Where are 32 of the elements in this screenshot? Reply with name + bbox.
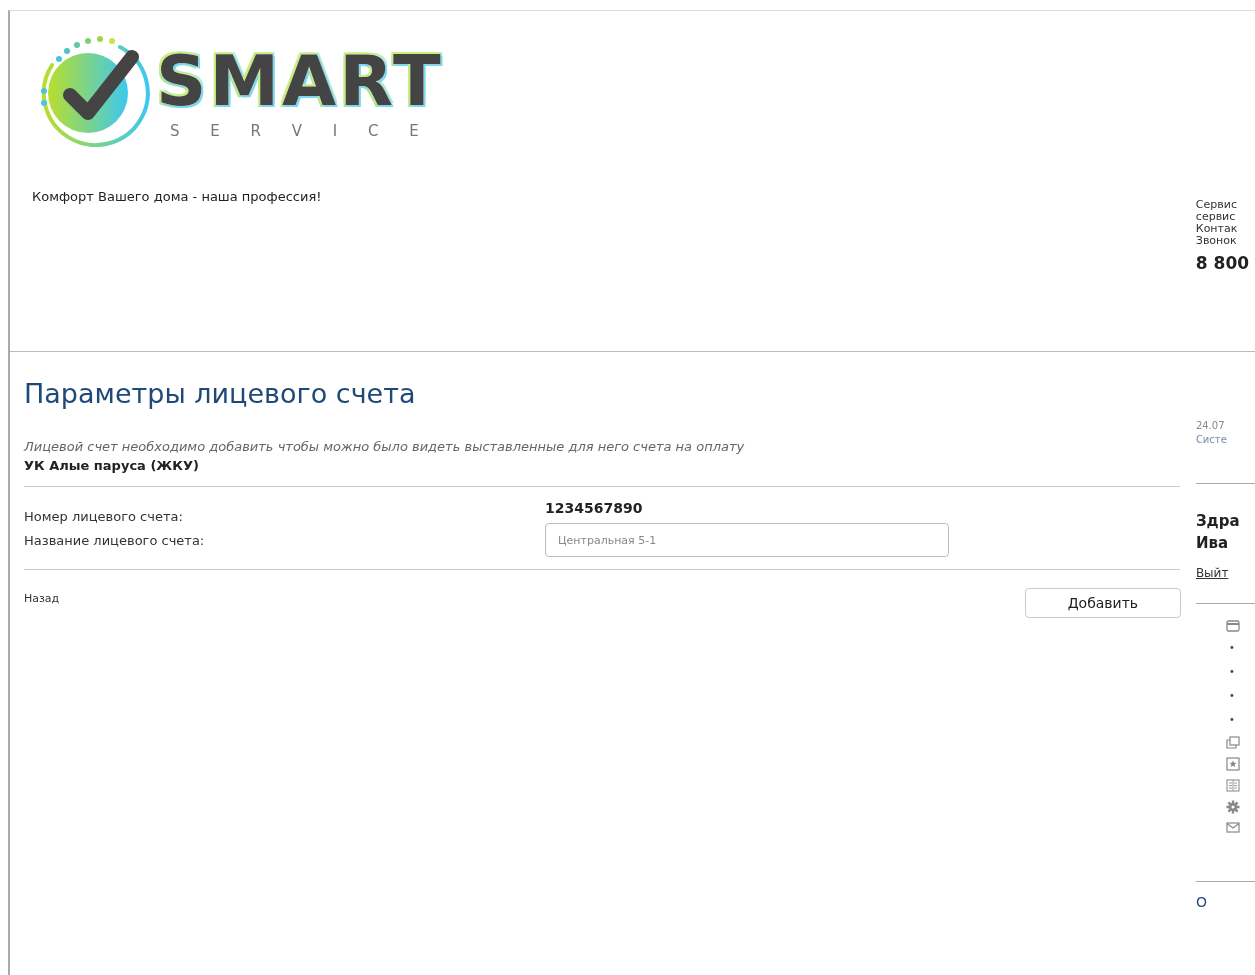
contact-line: Звонок bbox=[1195, 235, 1238, 247]
account-number: 1234567890 bbox=[545, 500, 643, 516]
menu-bullet[interactable]: • bbox=[1228, 688, 1235, 704]
page-title: Параметры лицевого счета bbox=[24, 378, 417, 409]
system-text: Систе bbox=[1195, 434, 1255, 484]
user-name: Ива bbox=[1195, 533, 1230, 554]
menu-bullet[interactable]: • bbox=[1228, 664, 1235, 680]
tagline: Комфорт Вашего дома - наша профессия! bbox=[32, 189, 323, 204]
book-icon[interactable] bbox=[1225, 779, 1240, 792]
contact-line: Сервис bbox=[1195, 199, 1238, 211]
mail-icon[interactable] bbox=[1225, 822, 1240, 833]
field-label: Название лицевого счета: bbox=[24, 532, 206, 548]
date-text: 24.07 bbox=[1195, 420, 1226, 431]
add-button[interactable]: Добавить bbox=[1024, 588, 1181, 618]
settings-icon[interactable] bbox=[1225, 800, 1240, 814]
greeting-text: Здра bbox=[1195, 511, 1241, 532]
field-label: Номер лицевого счета: bbox=[24, 508, 184, 524]
footer-link[interactable]: О bbox=[1195, 894, 1207, 910]
description-text: Лицевой счет необходимо добавить чтобы можно было видеть выставленные для него счета на оплату bbox=[24, 439, 746, 454]
phone-number: 8 800 bbox=[1195, 253, 1251, 273]
logout-link[interactable]: Выйт bbox=[1195, 566, 1229, 580]
company-name: УК Алые паруса (ЖКУ) bbox=[24, 458, 1180, 487]
menu-bullet[interactable]: • bbox=[1228, 640, 1235, 656]
menu-bullet[interactable]: • bbox=[1228, 712, 1235, 728]
logo-wordmark: SMART bbox=[156, 46, 444, 116]
card-icon[interactable] bbox=[1225, 620, 1240, 632]
back-link[interactable]: Назад bbox=[24, 592, 60, 605]
contact-line: Контак bbox=[1195, 223, 1239, 235]
copy-icon[interactable] bbox=[1225, 736, 1240, 749]
contact-line: сервис bbox=[1195, 211, 1237, 223]
logo-subtitle: S E R V I C E bbox=[170, 122, 433, 140]
account-name-field[interactable]: Центральная 5-1 bbox=[545, 523, 949, 557]
